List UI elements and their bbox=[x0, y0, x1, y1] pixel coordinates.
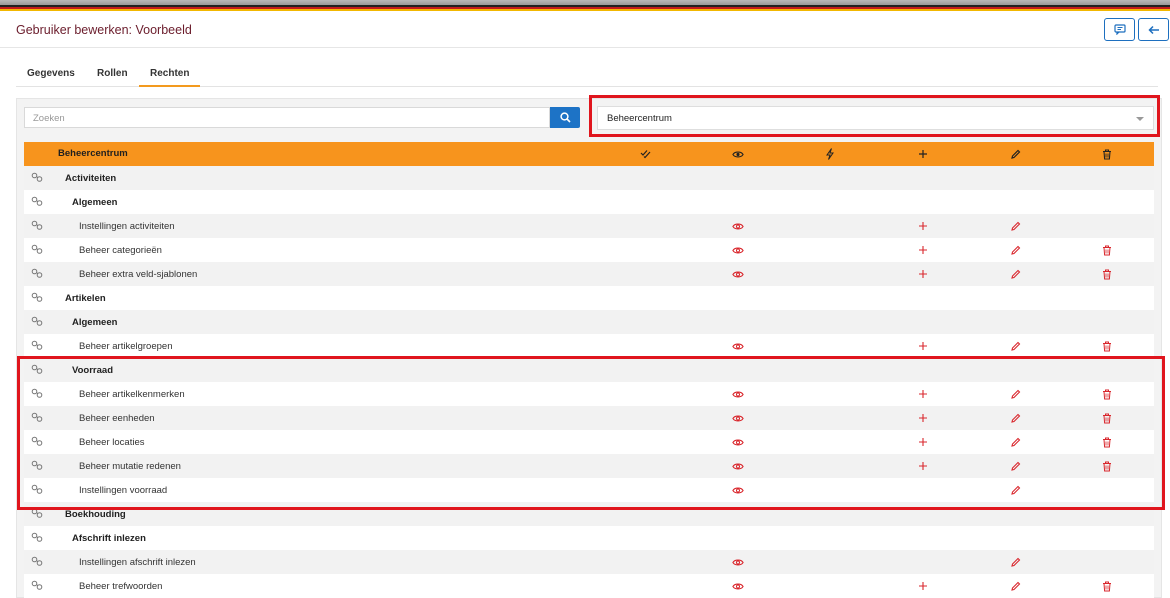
row-label: Boekhouding bbox=[65, 509, 126, 520]
toggle-icon[interactable] bbox=[31, 532, 44, 543]
toggle-icon[interactable] bbox=[31, 244, 44, 255]
search-icon bbox=[559, 112, 571, 123]
plus-icon[interactable] bbox=[917, 580, 929, 592]
tab-gegevens[interactable]: Gegevens bbox=[16, 66, 86, 87]
back-button[interactable] bbox=[1138, 18, 1169, 41]
table-row: Beheer extra veld-sjablonen bbox=[24, 262, 1154, 286]
table-row: Algemeen bbox=[24, 190, 1154, 214]
tab-rollen[interactable]: Rollen bbox=[86, 66, 139, 87]
plus-icon[interactable] bbox=[917, 268, 929, 280]
table-row: Algemeen bbox=[24, 310, 1154, 334]
toggle-icon[interactable] bbox=[31, 316, 44, 327]
row-label: Algemeen bbox=[72, 317, 118, 328]
highlight-box-voorraad bbox=[17, 356, 1165, 510]
toggle-icon[interactable] bbox=[31, 268, 44, 279]
page-title: Gebruiker bewerken: Voorbeeld bbox=[16, 23, 192, 37]
bolt-icon[interactable] bbox=[824, 148, 836, 160]
table-row: Artikelen bbox=[24, 286, 1154, 310]
chevron-down-icon bbox=[1136, 117, 1144, 121]
row-label: Beheer artikelgroepen bbox=[79, 341, 173, 352]
plus-icon[interactable] bbox=[917, 220, 929, 232]
plus-icon[interactable] bbox=[917, 340, 929, 352]
eye-icon[interactable] bbox=[732, 220, 744, 232]
table-row: Beheer categorieën bbox=[24, 238, 1154, 262]
trash-icon[interactable] bbox=[1101, 340, 1113, 352]
row-label: Beheer categorieën bbox=[79, 245, 162, 256]
toggle-icon[interactable] bbox=[31, 172, 44, 183]
toggle-icon[interactable] bbox=[31, 580, 44, 591]
search-input[interactable]: Zoeken bbox=[24, 107, 550, 128]
pencil-icon[interactable] bbox=[1009, 268, 1021, 280]
toggle-icon[interactable] bbox=[31, 556, 44, 567]
table-row: Beheer artikelgroepen bbox=[24, 334, 1154, 358]
pencil-icon[interactable] bbox=[1009, 556, 1021, 568]
row-label: Activiteiten bbox=[65, 173, 117, 184]
table-row: Beheer trefwoorden bbox=[24, 574, 1154, 598]
table-row: Afschrift inlezen bbox=[24, 526, 1154, 550]
trash-icon[interactable] bbox=[1101, 268, 1113, 280]
eye-icon[interactable] bbox=[732, 148, 744, 160]
pencil-icon[interactable] bbox=[1009, 580, 1021, 592]
row-label: Instellingen activiteiten bbox=[79, 221, 175, 232]
row-label: Beheer extra veld-sjablonen bbox=[79, 269, 198, 280]
eye-icon[interactable] bbox=[732, 556, 744, 568]
tab-bar: Gegevens Rollen Rechten bbox=[16, 66, 1158, 87]
tab-rechten[interactable]: Rechten bbox=[139, 66, 201, 87]
row-label: Algemeen bbox=[72, 197, 118, 208]
table-header-title: Beheercentrum bbox=[58, 148, 128, 159]
trash-icon[interactable] bbox=[1101, 580, 1113, 592]
comment-icon bbox=[1113, 24, 1126, 35]
toggle-icon[interactable] bbox=[31, 220, 44, 231]
module-select-value: Beheercentrum bbox=[607, 113, 672, 124]
plus-icon[interactable] bbox=[917, 244, 929, 256]
row-label: Instellingen afschrift inlezen bbox=[79, 557, 196, 568]
pencil-icon[interactable] bbox=[1009, 244, 1021, 256]
pencil-icon[interactable] bbox=[1009, 340, 1021, 352]
table-row: Activiteiten bbox=[24, 166, 1154, 190]
table-row: Instellingen afschrift inlezen bbox=[24, 550, 1154, 574]
eye-icon[interactable] bbox=[732, 340, 744, 352]
eye-icon[interactable] bbox=[732, 580, 744, 592]
row-label: Afschrift inlezen bbox=[72, 533, 146, 544]
toggle-icon[interactable] bbox=[31, 340, 44, 351]
pencil-icon[interactable] bbox=[1009, 148, 1021, 160]
eye-icon[interactable] bbox=[732, 268, 744, 280]
search-button[interactable] bbox=[550, 107, 580, 128]
eye-icon[interactable] bbox=[732, 244, 744, 256]
table-header: Beheercentrum bbox=[24, 142, 1154, 166]
plus-icon[interactable] bbox=[917, 148, 929, 160]
table-row: Instellingen activiteiten bbox=[24, 214, 1154, 238]
row-label: Artikelen bbox=[65, 293, 106, 304]
toggle-icon[interactable] bbox=[31, 196, 44, 207]
trash-icon[interactable] bbox=[1101, 148, 1113, 160]
module-select[interactable]: Beheercentrum bbox=[597, 106, 1154, 130]
trash-icon[interactable] bbox=[1101, 244, 1113, 256]
arrow-left-icon bbox=[1147, 25, 1159, 34]
toggle-icon[interactable] bbox=[31, 292, 44, 303]
page-header: Gebruiker bewerken: Voorbeeld bbox=[0, 12, 1170, 48]
check-all-icon[interactable] bbox=[639, 148, 651, 160]
top-color-strip bbox=[0, 0, 1170, 12]
pencil-icon[interactable] bbox=[1009, 220, 1021, 232]
comment-button[interactable] bbox=[1104, 18, 1135, 41]
